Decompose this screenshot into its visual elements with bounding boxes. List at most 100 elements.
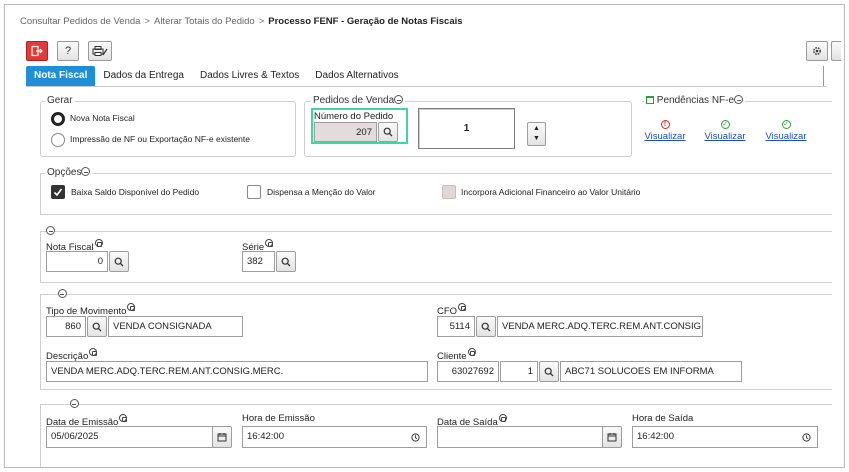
cliente-name-input[interactable]: ABC71 SOLUCOES EM INFORMA xyxy=(560,361,742,382)
label-hora-saida: Hora de Saída xyxy=(632,413,694,424)
tab-nota-fiscal[interactable]: Nota Fiscal xyxy=(26,66,96,86)
calendar-icon xyxy=(217,433,227,442)
breadcrumb-item-pedidos[interactable]: Consultar Pedidos de Venda xyxy=(20,16,140,27)
label-numero-pedido: Número do Pedido xyxy=(314,111,394,122)
collapse-icon[interactable] xyxy=(57,289,67,298)
label-tipo-movimento: Tipo de Movimento xyxy=(46,303,136,317)
checkbox-dispensa-mencao[interactable] xyxy=(247,185,261,199)
chevron-down-icon[interactable]: ▼ xyxy=(533,135,540,143)
copy-icon[interactable] xyxy=(458,303,467,311)
gerar-group xyxy=(40,101,296,157)
pedido-count-field[interactable]: 1 xyxy=(418,108,515,149)
exit-icon xyxy=(31,45,43,57)
visualizar-link-3[interactable]: Visualizar xyxy=(765,131,806,142)
exit-button[interactable] xyxy=(26,41,48,61)
copy-icon[interactable] xyxy=(127,303,136,311)
nota-group xyxy=(40,231,832,283)
opcoes-legend: Opções xyxy=(45,167,93,178)
radio-nova-nota[interactable] xyxy=(51,112,65,126)
nota-fiscal-search-button[interactable] xyxy=(109,251,129,272)
visualizar-link-1[interactable]: Visualizar xyxy=(644,131,685,142)
copy-icon[interactable] xyxy=(119,414,128,422)
label-hora-emissao: Hora de Emissão xyxy=(242,413,315,424)
nota-fiscal-input[interactable]: 0 xyxy=(46,251,108,272)
check-circle-icon: ✓ xyxy=(720,120,730,129)
pendencia-item-1: ! Visualizar xyxy=(642,120,688,142)
settings-button[interactable] xyxy=(806,41,828,61)
tab-divider xyxy=(26,86,827,87)
clock-icon[interactable] xyxy=(802,433,811,442)
visualizar-link-2[interactable]: Visualizar xyxy=(704,131,745,142)
copy-icon[interactable] xyxy=(498,414,507,422)
chevron-up-icon[interactable]: ▲ xyxy=(533,125,540,133)
radio-impressao-nf[interactable] xyxy=(51,133,65,147)
search-icon xyxy=(481,322,491,331)
calendar-icon xyxy=(646,96,654,104)
numero-pedido-input[interactable]: 207 xyxy=(314,122,377,142)
checkbox-baixa-saldo[interactable] xyxy=(51,185,65,199)
tab-dados-alternativos[interactable]: Dados Alternativos xyxy=(307,66,406,86)
copy-icon[interactable] xyxy=(89,348,98,356)
toolbar-overflow-button[interactable] xyxy=(831,41,841,61)
print-button[interactable] xyxy=(88,41,112,61)
descricao-input[interactable]: VENDA MERC.ADQ.TERC.REM.ANT.CONSIG.MERC. xyxy=(46,361,428,382)
copy-icon[interactable] xyxy=(467,348,476,356)
label-baixa-saldo: Baixa Saldo Disponível do Pedido xyxy=(71,187,200,197)
gerar-legend: Gerar xyxy=(45,95,75,106)
search-icon xyxy=(92,322,102,331)
gear-icon xyxy=(813,47,821,55)
tab-dados-entrega[interactable]: Dados da Entrega xyxy=(95,66,192,86)
cfo-code-input[interactable]: 5114 xyxy=(437,316,475,337)
error-icon: ! xyxy=(660,120,670,129)
serie-search-button[interactable] xyxy=(276,251,296,272)
collapse-icon[interactable] xyxy=(46,226,55,235)
clock-icon[interactable] xyxy=(411,433,420,442)
numero-pedido-search-button[interactable] xyxy=(378,122,398,142)
collapse-icon[interactable] xyxy=(734,95,744,104)
cfo-desc-input[interactable]: VENDA MERC.ADQ.TERC.REM.ANT.CONSIG.MERC. xyxy=(497,316,703,337)
label-cfo: CFO xyxy=(437,303,467,317)
collapse-icon[interactable] xyxy=(69,399,79,408)
help-icon: ? xyxy=(64,45,72,57)
serie-input[interactable]: 382 xyxy=(242,251,275,272)
pedidos-legend: Pedidos de Venda xyxy=(311,95,406,106)
pedido-stepper[interactable]: ▲ ▼ xyxy=(527,122,546,146)
label-impressao-nf: Impressão de NF ou Exportação NF-e exist… xyxy=(70,134,250,144)
cliente-seq-input[interactable]: 1 xyxy=(500,361,538,382)
hora-saida-input[interactable]: 16:42:00 xyxy=(632,426,818,448)
pendencia-item-2: ✓ Visualizar xyxy=(702,120,748,142)
data-saida-input[interactable] xyxy=(437,426,603,448)
collapse-icon[interactable] xyxy=(81,167,91,176)
tab-bar-edge xyxy=(823,66,824,86)
tipo-movimento-code-input[interactable]: 860 xyxy=(46,316,86,337)
data-emissao-calendar-button[interactable] xyxy=(212,426,232,448)
copy-icon[interactable] xyxy=(265,239,274,247)
breadcrumb-current: Processo FENF - Geração de Notas Fiscais xyxy=(268,16,463,27)
cliente-code-input[interactable]: 63027692 xyxy=(437,361,499,382)
app-window: Consultar Pedidos de Venda > Alterar Totai… xyxy=(4,4,845,468)
cfo-search-button[interactable] xyxy=(476,316,496,337)
label-incorpora-adicional: Incorpora Adicional Financeiro ao Valor … xyxy=(461,187,641,197)
data-emissao-input[interactable]: 05/06/2025 xyxy=(46,426,213,448)
search-icon xyxy=(544,367,554,376)
checkbox-incorpora-adicional xyxy=(442,185,456,199)
pendencias-legend: Pendências NF-e xyxy=(644,95,746,106)
check-icon xyxy=(53,188,63,197)
search-icon xyxy=(383,127,393,137)
cliente-search-button[interactable] xyxy=(539,361,559,382)
label-dispensa-mencao: Dispensa a Menção do Valor xyxy=(267,187,376,197)
check-circle-icon: ✓ xyxy=(781,120,791,129)
search-icon xyxy=(114,257,124,266)
tab-dados-livres[interactable]: Dados Livres & Textos xyxy=(192,66,307,86)
hora-emissao-input[interactable]: 16:42:00 xyxy=(242,426,427,448)
label-descricao: Descrição xyxy=(46,348,98,362)
tipo-movimento-search-button[interactable] xyxy=(87,316,107,337)
collapse-icon[interactable] xyxy=(394,95,404,104)
copy-icon[interactable] xyxy=(94,239,103,247)
label-nova-nota: Nova Nota Fiscal xyxy=(70,113,135,123)
tipo-movimento-desc-input[interactable]: VENDA CONSIGNADA xyxy=(108,316,243,337)
breadcrumb: Consultar Pedidos de Venda > Alterar Totai… xyxy=(20,16,463,27)
data-saida-calendar-button[interactable] xyxy=(602,426,622,448)
help-button[interactable]: ? xyxy=(57,41,79,61)
breadcrumb-item-totais[interactable]: Alterar Totais do Pedido xyxy=(154,16,255,27)
